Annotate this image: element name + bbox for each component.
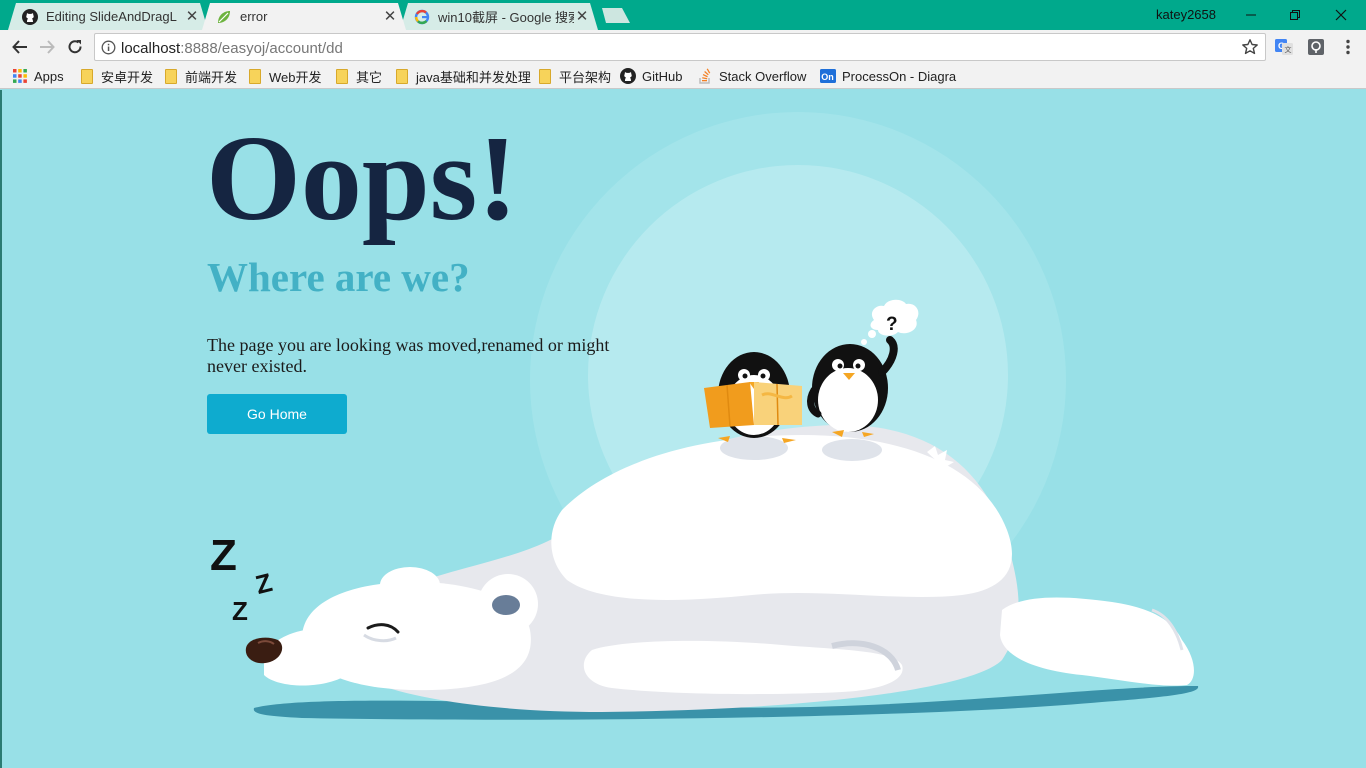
address-bar[interactable]: localhost:8888/easyoj/account/dd — [94, 33, 1266, 61]
bear-inner-ear — [492, 595, 520, 615]
github-icon — [22, 9, 38, 25]
tab-error[interactable]: error ✕ — [202, 3, 406, 30]
go-home-button[interactable]: Go Home — [207, 394, 347, 434]
profile-name[interactable]: katey2658 — [1156, 7, 1216, 22]
bookmark-label: 前端开发 — [185, 69, 238, 85]
tab-title: win10截屏 - Google 搜索 — [438, 10, 574, 25]
bookmark-star-icon[interactable] — [1241, 38, 1259, 61]
bear-ear-left — [380, 567, 440, 603]
folder-icon — [79, 68, 95, 84]
bookmark-folder-web[interactable]: Web开发 — [247, 67, 322, 85]
error-message: The page you are looking was moved,renam… — [207, 335, 610, 376]
svg-text:On: On — [821, 72, 834, 82]
bookmark-label: Stack Overflow — [719, 68, 807, 84]
penguin-shadow — [720, 436, 788, 460]
sleep-z-small: Z — [232, 596, 248, 626]
sleep-z-medium: Z — [252, 567, 275, 600]
github-icon — [620, 68, 636, 84]
browser-toolbar: localhost:8888/easyoj/account/dd G文 — [0, 30, 1366, 63]
close-tab-icon[interactable]: ✕ — [184, 9, 200, 25]
bookmark-stack-overflow[interactable]: Stack Overflow — [697, 67, 806, 85]
apps-grid-icon — [12, 68, 28, 84]
reload-icon[interactable] — [63, 35, 87, 59]
window-title-bar: Editing SlideAndDragL ✕ error ✕ win10截屏 … — [0, 0, 1366, 30]
forward-arrow-icon[interactable] — [35, 35, 59, 59]
restore-icon[interactable] — [1272, 0, 1318, 30]
folder-icon — [163, 68, 179, 84]
spring-leaf-icon — [216, 9, 232, 25]
penguin-shadow — [822, 439, 882, 461]
folder-icon — [537, 68, 553, 84]
bookmark-label: Web开发 — [269, 69, 322, 85]
sleep-z-large: Z — [210, 531, 237, 580]
bookmark-processon[interactable]: On ProcessOn - Diagra — [820, 67, 956, 85]
close-window-icon[interactable] — [1318, 0, 1364, 30]
tab-title: Editing SlideAndDragL — [46, 9, 177, 24]
back-arrow-icon[interactable] — [8, 35, 32, 59]
page-subtitle: Where are we? — [207, 254, 470, 300]
bookmark-folder-android[interactable]: 安卓开发 — [79, 67, 153, 85]
site-info-icon[interactable] — [101, 40, 116, 60]
bookmark-label: Apps — [34, 68, 64, 84]
google-icon — [414, 9, 430, 25]
tab-editing-slideanddrag[interactable]: Editing SlideAndDragL ✕ — [8, 3, 208, 30]
bookmark-label: 平台架构 — [559, 69, 612, 85]
bookmark-label: GitHub — [642, 68, 683, 84]
bookmark-folder-java[interactable]: java基础和并发处理 — [394, 67, 531, 85]
bookmark-github[interactable]: GitHub — [620, 67, 682, 85]
bookmark-label: 其它 — [356, 69, 383, 85]
processon-icon: On — [820, 68, 836, 84]
google-translate-icon[interactable]: G文 — [1274, 37, 1294, 57]
bookmark-folder-platform[interactable]: 平台架构 — [537, 67, 611, 85]
svg-text:文: 文 — [1285, 45, 1292, 54]
close-tab-icon[interactable]: ✕ — [382, 9, 398, 25]
tab-google-search[interactable]: win10截屏 - Google 搜索 ✕ — [400, 3, 598, 30]
folder-icon — [334, 68, 350, 84]
url-host: localhost — [121, 40, 181, 57]
page-title: Oops! — [206, 111, 518, 246]
bookmark-label: 安卓开发 — [101, 69, 154, 85]
url-text[interactable]: localhost:8888/easyoj/account/dd — [121, 40, 343, 57]
extension-icon[interactable] — [1306, 37, 1326, 57]
new-tab-button[interactable] — [598, 8, 630, 23]
stackoverflow-icon — [697, 68, 713, 84]
question-mark: ? — [886, 314, 898, 335]
folder-icon — [394, 68, 410, 84]
close-tab-icon[interactable]: ✕ — [574, 9, 590, 25]
bookmarks-bar: Apps 安卓开发 前端开发 Web开发 其它 java基础和并发处理 平台架构… — [0, 63, 1366, 89]
folder-icon — [247, 68, 263, 84]
bookmark-folder-frontend[interactable]: 前端开发 — [163, 67, 237, 85]
minimize-icon[interactable] — [1228, 0, 1274, 30]
bookmark-label: java基础和并发处理 — [416, 69, 531, 85]
url-path: :8888/easyoj/account/dd — [180, 40, 343, 57]
error-page: ? Z Z Z Oops! Where are we? The page you… — [2, 90, 1366, 768]
bookmark-folder-other[interactable]: 其它 — [334, 67, 382, 85]
bookmark-label: ProcessOn - Diagra — [842, 68, 957, 84]
bear-back-leg — [1000, 597, 1194, 686]
menu-kebab-icon[interactable] — [1338, 37, 1358, 57]
tab-title: error — [240, 9, 268, 24]
bookmark-apps[interactable]: Apps — [12, 67, 64, 85]
